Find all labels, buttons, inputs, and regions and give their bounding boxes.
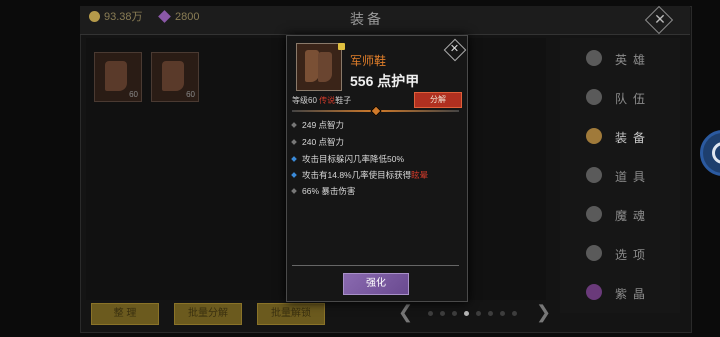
stat-line: 攻击目标躲闪几率降低50% [291, 153, 405, 165]
item-type: 鞋子 [335, 96, 352, 105]
item-rarity: 传说 [319, 96, 336, 105]
enhance-button[interactable]: 强化 [343, 273, 409, 295]
salvage-button[interactable]: 分解 [414, 92, 462, 108]
sidebar-item-soul[interactable]: 魔魂 [560, 200, 670, 230]
stat-line: 66% 暴击伤害 [291, 185, 356, 197]
batch-salvage-button[interactable]: 批量分解 [174, 303, 242, 325]
batch-unlock-button[interactable]: 批量解锁 [257, 303, 325, 325]
stat-line: 240 点智力 [291, 136, 345, 148]
item-level-line: 等级60 传说鞋子 [292, 95, 351, 106]
page-title: 装备 [350, 11, 384, 27]
helmet-icon [586, 128, 602, 144]
lock-icon [338, 43, 345, 50]
page-dot [428, 311, 433, 316]
page-dot [452, 311, 457, 316]
sidebar-item-equipment[interactable]: 装备 [560, 122, 670, 152]
item-level: 等级60 [292, 96, 320, 105]
sidebar-item-label: 选项 [615, 248, 652, 262]
stat-text: 攻击有14.8%几率使目标获得 [302, 170, 412, 180]
window-header [80, 6, 690, 35]
bullet-icon [291, 139, 297, 145]
boots-icon [318, 52, 332, 82]
bullet-icon [291, 122, 297, 128]
flame-icon [586, 206, 602, 222]
stat-text: 66% 暴击伤害 [302, 186, 356, 196]
sidebar-item-label: 装备 [615, 131, 652, 145]
sidebar-item-team[interactable]: 队伍 [560, 83, 670, 113]
item-main-stat: 556 点护甲 [350, 73, 420, 89]
sidebar: 英雄 队伍 装备 道具 魔魂 选项 紫晶 [560, 38, 680, 313]
slot-level: 60 [129, 90, 138, 99]
item-icon [296, 43, 342, 91]
page-dot [500, 311, 505, 316]
gold-amount: 93.38万 [104, 11, 143, 23]
boots-icon [162, 61, 184, 91]
assist-icon [712, 142, 720, 164]
bag-icon [586, 167, 602, 183]
flag-icon [586, 89, 602, 105]
boots-icon [305, 50, 319, 82]
page-dot [476, 311, 481, 316]
next-page-icon[interactable]: ❯ [536, 302, 551, 323]
prev-page-icon[interactable]: ❮ [398, 302, 413, 323]
page-dot-active [464, 311, 469, 316]
divider [292, 265, 459, 266]
sidebar-item-label: 道具 [615, 170, 652, 184]
close-icon[interactable]: ✕ [651, 9, 669, 29]
sidebar-item-crystal[interactable]: 紫晶 [560, 278, 670, 308]
bullet-icon [291, 172, 297, 178]
sort-button[interactable]: 整 理 [91, 303, 159, 325]
sidebar-item-label: 队伍 [615, 92, 652, 106]
stat-highlight: 眩晕 [411, 170, 429, 180]
stat-text: 240 点智力 [302, 137, 345, 147]
bullet-icon [291, 188, 297, 194]
page-dot [488, 311, 493, 316]
page-dot [440, 311, 445, 316]
stat-line: 249 点智力 [291, 119, 345, 131]
gold-coin-icon [89, 11, 100, 22]
boots-icon [105, 61, 127, 91]
stat-text: 249 点智力 [302, 120, 345, 130]
sidebar-item-options[interactable]: 选项 [560, 239, 670, 269]
crystal-icon [586, 284, 602, 300]
page-dot [512, 311, 517, 316]
floating-assist-button[interactable] [700, 130, 720, 176]
stat-line: 攻击有14.8%几率使目标获得眩晕 [291, 169, 429, 181]
sidebar-item-label: 英雄 [615, 53, 652, 67]
gear-icon [586, 245, 602, 261]
slot-level: 60 [186, 90, 195, 99]
bullet-icon [291, 156, 297, 162]
sidebar-item-items[interactable]: 道具 [560, 161, 670, 191]
close-icon[interactable]: ✕ [446, 41, 463, 58]
sidebar-item-label: 紫晶 [615, 287, 652, 301]
inventory-slot-selected[interactable]: 60 [151, 52, 199, 102]
sidebar-item-hero[interactable]: 英雄 [560, 44, 670, 74]
sidebar-item-label: 魔魂 [615, 209, 652, 223]
inventory-slot[interactable]: 60 [94, 52, 142, 102]
gem-amount: 2800 [175, 11, 200, 23]
stat-text: 攻击目标躲闪几率降低50% [302, 154, 405, 164]
hero-icon [586, 50, 602, 66]
item-name: 军师鞋 [350, 54, 387, 68]
